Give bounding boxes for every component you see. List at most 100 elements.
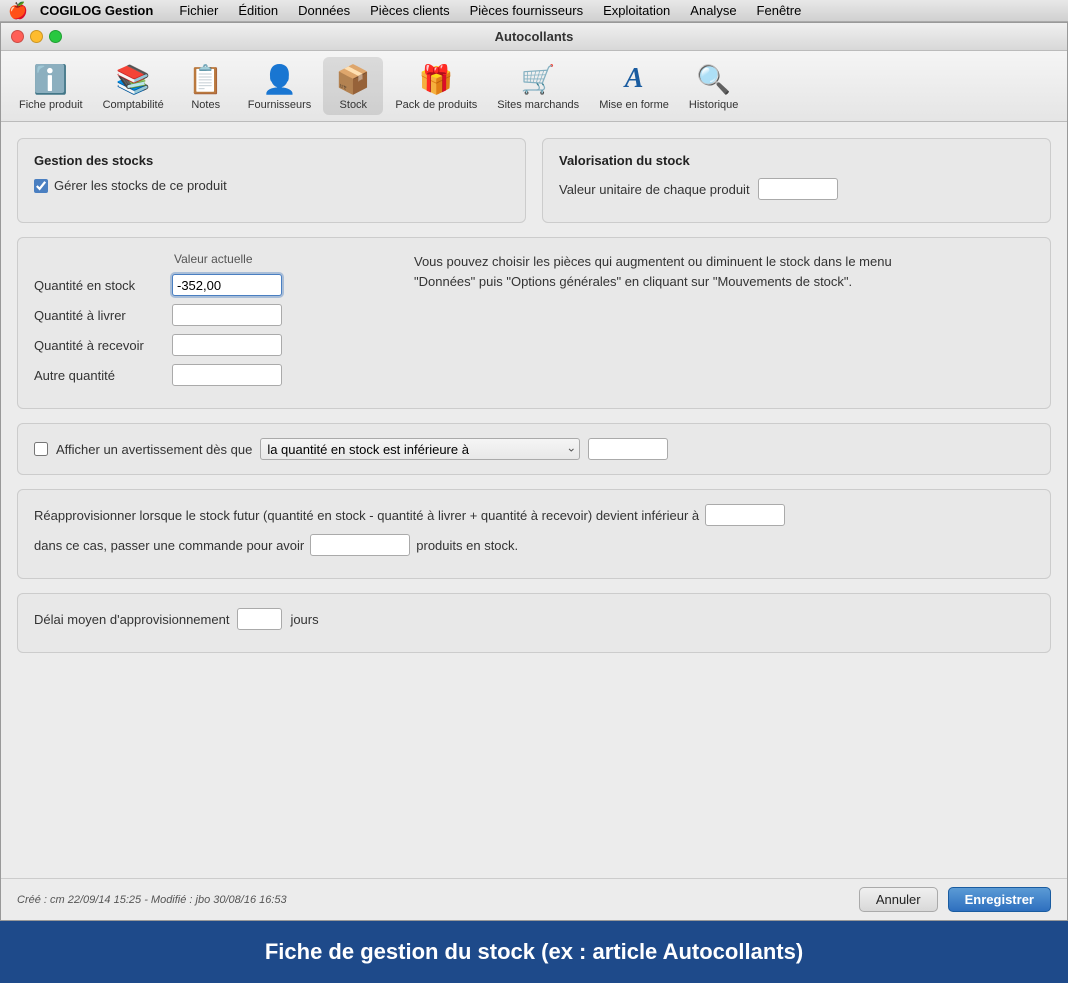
apple-menu-icon[interactable]: 🍎: [8, 1, 28, 21]
toolbar-historique[interactable]: 🔍 Historique: [681, 57, 747, 115]
quantite-a-livrer-input[interactable]: [172, 304, 282, 326]
sites-marchands-icon: 🛒: [520, 61, 556, 97]
reappro-value1-input[interactable]: [705, 504, 785, 526]
autre-quantite-input[interactable]: [172, 364, 282, 386]
avertissement-panel: Afficher un avertissement dès que la qua…: [17, 423, 1051, 475]
avertissement-checkbox[interactable]: [34, 442, 48, 456]
main-content: Gestion des stocks Gérer les stocks de c…: [1, 122, 1067, 878]
toolbar-stock[interactable]: 📦 Stock: [323, 57, 383, 115]
caption-text: Fiche de gestion du stock (ex : article …: [265, 939, 803, 964]
avertissement-label: Afficher un avertissement dès que: [56, 442, 252, 457]
minimize-button[interactable]: [30, 30, 43, 43]
reappro-row2: dans ce cas, passer une commande pour av…: [34, 534, 1034, 556]
toolbar-sites-marchands[interactable]: 🛒 Sites marchands: [489, 57, 587, 115]
menubar: 🍎 COGILOG Gestion Fichier Édition Donnée…: [0, 0, 1068, 22]
menu-pieces-fournisseurs[interactable]: Pièces fournisseurs: [460, 0, 593, 22]
menu-donnees[interactable]: Données: [288, 0, 360, 22]
historique-icon: 🔍: [696, 61, 732, 97]
toolbar-stock-label: Stock: [340, 99, 368, 111]
valeur-unitaire-label: Valeur unitaire de chaque produit: [559, 182, 750, 197]
avertissement-row: Afficher un avertissement dès que la qua…: [34, 438, 1034, 460]
window-title: Autocollants: [495, 29, 574, 44]
stock-icon: 📦: [335, 61, 371, 97]
autre-quantite-row: Autre quantité: [34, 364, 374, 386]
menu-exploitation[interactable]: Exploitation: [593, 0, 680, 22]
footer-buttons: Annuler Enregistrer: [859, 887, 1051, 912]
titlebar: Autocollants: [1, 23, 1067, 51]
toolbar: ℹ️ Fiche produit 📚 Comptabilité 📋 Notes …: [1, 51, 1067, 122]
toolbar-pack-de-produits[interactable]: 🎁 Pack de produits: [387, 57, 485, 115]
reappro-text1: Réapprovisionner lorsque le stock futur …: [34, 508, 699, 523]
valeur-actuelle-header: Valeur actuelle: [34, 252, 374, 266]
quantite-a-recevoir-label: Quantité à recevoir: [34, 338, 164, 353]
gestion-des-stocks-panel: Gestion des stocks Gérer les stocks de c…: [17, 138, 526, 223]
quantite-en-stock-row: Quantité en stock: [34, 274, 374, 296]
quantite-a-livrer-row: Quantité à livrer: [34, 304, 374, 326]
toolbar-pack-de-produits-label: Pack de produits: [395, 99, 477, 111]
main-window: Autocollants ℹ️ Fiche produit 📚 Comptabi…: [0, 22, 1068, 921]
toolbar-fiche-produit[interactable]: ℹ️ Fiche produit: [11, 57, 91, 115]
gerer-stocks-checkbox[interactable]: [34, 179, 48, 193]
delai-label: Délai moyen d'approvisionnement: [34, 612, 229, 627]
delai-value-input[interactable]: [237, 608, 282, 630]
avertissement-select[interactable]: la quantité en stock est inférieure à la…: [260, 438, 580, 460]
cancel-button[interactable]: Annuler: [859, 887, 938, 912]
fournisseurs-icon: 👤: [262, 61, 298, 97]
toolbar-mise-en-forme[interactable]: A Mise en forme: [591, 57, 677, 115]
footer-meta: Créé : cm 22/09/14 15:25 - Modifié : jbo…: [17, 894, 287, 906]
reappro-text2: dans ce cas, passer une commande pour av…: [34, 538, 304, 553]
stock-info-text: Vous pouvez choisir les pièces qui augme…: [414, 252, 954, 291]
toolbar-mise-en-forme-label: Mise en forme: [599, 99, 669, 111]
toolbar-notes-label: Notes: [191, 99, 220, 111]
menu-edition[interactable]: Édition: [228, 0, 288, 22]
bottom-caption: Fiche de gestion du stock (ex : article …: [0, 921, 1068, 983]
valorisation-du-stock-title: Valorisation du stock: [559, 153, 1034, 168]
quantite-en-stock-input[interactable]: [172, 274, 282, 296]
app-name[interactable]: COGILOG Gestion: [40, 3, 153, 18]
gerer-stocks-label: Gérer les stocks de ce produit: [54, 178, 227, 193]
save-button[interactable]: Enregistrer: [948, 887, 1051, 912]
toolbar-historique-label: Historique: [689, 99, 739, 111]
gestion-des-stocks-title: Gestion des stocks: [34, 153, 509, 168]
valeur-unitaire-row: Valeur unitaire de chaque produit: [559, 178, 1034, 200]
menu-fenetre[interactable]: Fenêtre: [747, 0, 812, 22]
maximize-button[interactable]: [49, 30, 62, 43]
quantite-a-recevoir-row: Quantité à recevoir: [34, 334, 374, 356]
reappro-value2-input[interactable]: [310, 534, 410, 556]
autre-quantite-label: Autre quantité: [34, 368, 164, 383]
toolbar-notes[interactable]: 📋 Notes: [176, 57, 236, 115]
toolbar-comptabilite[interactable]: 📚 Comptabilité: [95, 57, 172, 115]
toolbar-fournisseurs-label: Fournisseurs: [248, 99, 312, 111]
quantite-a-recevoir-input[interactable]: [172, 334, 282, 356]
stock-left: Valeur actuelle Quantité en stock Quanti…: [34, 252, 374, 394]
mise-en-forme-icon: A: [616, 61, 652, 97]
window-controls: [11, 30, 62, 43]
avertissement-value-input[interactable]: [588, 438, 668, 460]
toolbar-fiche-produit-label: Fiche produit: [19, 99, 83, 111]
stock-right: Vous pouvez choisir les pièces qui augme…: [414, 252, 1034, 394]
delai-panel: Délai moyen d'approvisionnement jours: [17, 593, 1051, 653]
menu-analyse[interactable]: Analyse: [680, 0, 746, 22]
avertissement-select-wrapper: la quantité en stock est inférieure à la…: [260, 438, 580, 460]
reappro-row1: Réapprovisionner lorsque le stock futur …: [34, 504, 1034, 526]
menu-fichier[interactable]: Fichier: [169, 0, 228, 22]
pack-de-produits-icon: 🎁: [418, 61, 454, 97]
close-button[interactable]: [11, 30, 24, 43]
comptabilite-icon: 📚: [115, 61, 151, 97]
footer-bar: Créé : cm 22/09/14 15:25 - Modifié : jbo…: [1, 878, 1067, 920]
fiche-produit-icon: ℹ️: [33, 61, 69, 97]
stock-details-panel: Valeur actuelle Quantité en stock Quanti…: [17, 237, 1051, 409]
stock-inner: Valeur actuelle Quantité en stock Quanti…: [34, 252, 1034, 394]
valorisation-du-stock-panel: Valorisation du stock Valeur unitaire de…: [542, 138, 1051, 223]
notes-icon: 📋: [188, 61, 224, 97]
quantite-a-livrer-label: Quantité à livrer: [34, 308, 164, 323]
toolbar-fournisseurs[interactable]: 👤 Fournisseurs: [240, 57, 320, 115]
valeur-unitaire-input[interactable]: [758, 178, 838, 200]
menu-pieces-clients[interactable]: Pièces clients: [360, 0, 459, 22]
toolbar-sites-marchands-label: Sites marchands: [497, 99, 579, 111]
toolbar-comptabilite-label: Comptabilité: [103, 99, 164, 111]
top-row: Gestion des stocks Gérer les stocks de c…: [17, 138, 1051, 223]
quantite-en-stock-label: Quantité en stock: [34, 278, 164, 293]
reapprovisionnement-panel: Réapprovisionner lorsque le stock futur …: [17, 489, 1051, 579]
delai-unit: jours: [290, 612, 318, 627]
